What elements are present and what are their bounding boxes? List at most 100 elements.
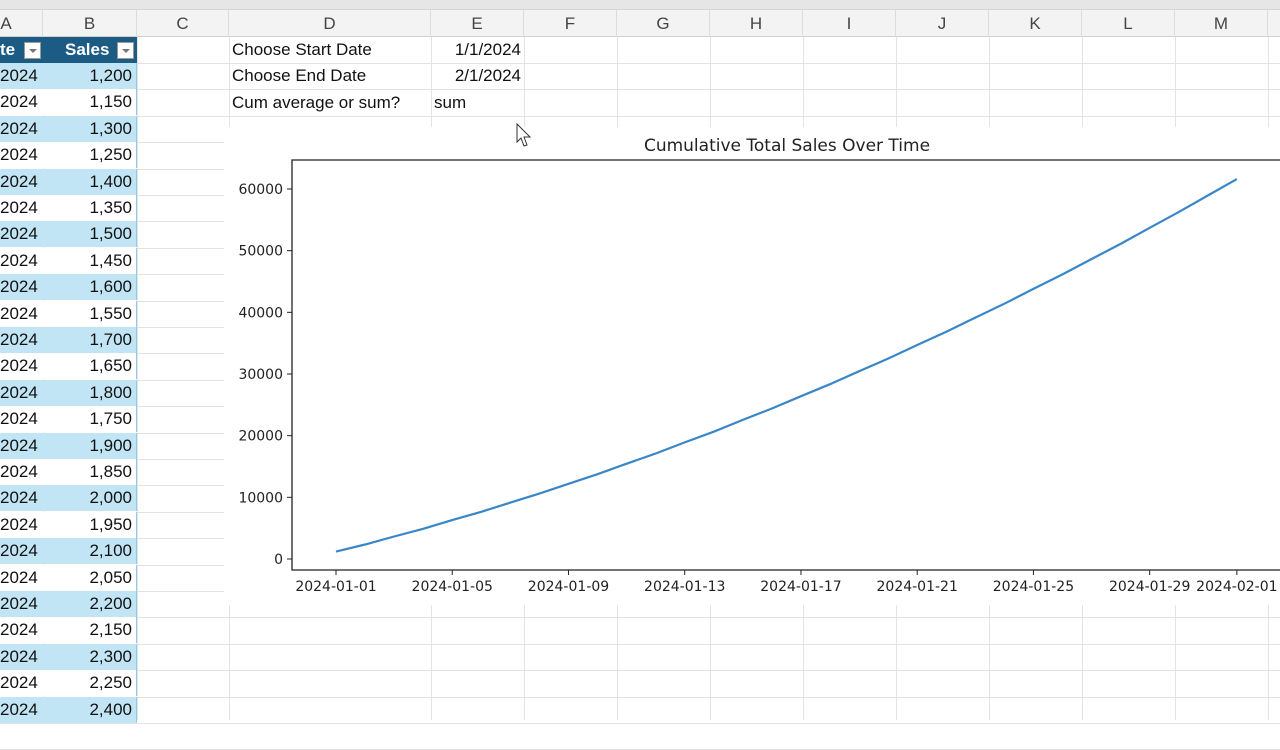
column-header-l[interactable]: L <box>1082 10 1175 37</box>
sales-cell[interactable]: 1,150 <box>43 89 137 116</box>
sales-cell[interactable]: 1,850 <box>43 459 137 485</box>
date-cell[interactable]: 2024 <box>0 300 43 327</box>
gridline <box>0 696 1280 698</box>
gridline <box>0 723 1280 724</box>
sales-cell[interactable]: 2,050 <box>43 564 137 591</box>
date-cell[interactable]: 2024 <box>0 591 43 617</box>
date-cell[interactable]: 2024 <box>0 115 43 142</box>
end-date-value[interactable]: 2/1/2024 <box>431 63 521 89</box>
x-tick-label: 2024-01-25 <box>993 579 1074 595</box>
gridline <box>0 63 1280 64</box>
sales-cell[interactable]: 1,650 <box>43 353 137 380</box>
y-tick-label: 0 <box>274 552 283 568</box>
sales-cell[interactable]: 2,150 <box>43 617 137 644</box>
column-header-g[interactable]: G <box>617 10 710 37</box>
chart-svg: Cumulative Total Sales Over Time 0 10000 2… <box>238 136 1280 595</box>
date-cell[interactable]: 2024 <box>0 696 43 723</box>
gridline <box>0 89 1280 91</box>
x-tick-label: 2024-01-01 <box>295 579 376 595</box>
column-headers: ABCDEFGHIJKLM <box>0 10 1280 37</box>
date-cell[interactable]: 2024 <box>0 379 43 406</box>
sales-cell[interactable]: 1,500 <box>43 221 137 248</box>
sales-cell[interactable]: 1,900 <box>43 432 137 459</box>
sales-cell[interactable]: 2,250 <box>43 670 137 697</box>
x-tick-label: 2024-01-29 <box>1109 579 1190 595</box>
column-header-d[interactable]: D <box>229 10 431 37</box>
date-cell[interactable]: 2024 <box>0 89 43 116</box>
plot-frame <box>291 159 1280 571</box>
sales-cell[interactable]: 1,200 <box>43 63 137 89</box>
sales-cell[interactable]: 1,350 <box>43 195 137 221</box>
sales-cell[interactable]: 1,750 <box>43 406 137 433</box>
y-tick-label: 60000 <box>238 182 283 198</box>
date-cell[interactable]: 2024 <box>0 353 43 380</box>
sales-cell[interactable]: 1,300 <box>43 115 137 142</box>
column-header-e[interactable]: E <box>431 10 524 37</box>
sales-cell[interactable]: 2,400 <box>43 696 137 723</box>
x-tick-label: 2024-01-13 <box>644 579 725 595</box>
gridline <box>0 617 1280 619</box>
y-tick-label: 40000 <box>238 305 283 321</box>
date-cell[interactable]: 2024 <box>0 195 43 221</box>
date-cell[interactable]: 2024 <box>0 459 43 485</box>
date-cell[interactable]: 2024 <box>0 432 43 459</box>
x-tick-label: 2024-01-17 <box>760 579 841 595</box>
mode-value[interactable]: sum <box>434 90 466 116</box>
column-header-j[interactable]: J <box>896 10 989 37</box>
sales-cell[interactable]: 1,400 <box>43 168 137 195</box>
mode-label: Cum average or sum? <box>232 93 401 112</box>
start-date-value[interactable]: 1/1/2024 <box>431 37 521 63</box>
x-tick-label: 2024-01-21 <box>877 579 958 595</box>
column-header-c[interactable]: C <box>137 10 229 37</box>
sales-cell[interactable]: 2,200 <box>43 591 137 617</box>
sales-cell[interactable]: 1,800 <box>43 379 137 406</box>
date-cell[interactable]: 2024 <box>0 670 43 697</box>
x-tick-label: 2024-01-09 <box>528 579 609 595</box>
chart-title: Cumulative Total Sales Over Time <box>644 136 930 156</box>
y-tick-label: 50000 <box>238 244 283 260</box>
sales-cell[interactable]: 1,700 <box>43 327 137 353</box>
column-header-i[interactable]: I <box>803 10 896 37</box>
column-header-b[interactable]: B <box>43 10 137 37</box>
date-cell[interactable]: 2024 <box>0 327 43 353</box>
sales-cell[interactable]: 2,000 <box>43 485 137 512</box>
sales-cell[interactable]: 1,550 <box>43 300 137 327</box>
column-header-m[interactable]: M <box>1175 10 1268 37</box>
x-tick-label: 2024-01-05 <box>412 579 493 595</box>
sales-cell[interactable]: 1,950 <box>43 511 137 538</box>
date-cell[interactable]: 2024 <box>0 511 43 538</box>
date-cell[interactable]: 2024 <box>0 643 43 670</box>
gridline <box>0 115 1280 117</box>
date-filter-dropdown-icon[interactable] <box>24 42 41 59</box>
y-tick-label: 10000 <box>238 490 283 506</box>
sales-cell[interactable]: 1,600 <box>43 274 137 301</box>
sales-cell[interactable]: 1,250 <box>43 142 137 169</box>
gridline <box>0 670 1280 672</box>
x-tick-label: 2024-02-01 <box>1196 579 1277 595</box>
date-cell[interactable]: 2024 <box>0 63 43 89</box>
date-cell[interactable]: 2024 <box>0 617 43 644</box>
date-cell[interactable]: 2024 <box>0 406 43 433</box>
date-cell[interactable]: 2024 <box>0 221 43 248</box>
date-cell[interactable]: 2024 <box>0 274 43 301</box>
column-header-f[interactable]: F <box>524 10 617 37</box>
date-cell[interactable]: 2024 <box>0 538 43 565</box>
column-header-a[interactable]: A <box>0 10 43 37</box>
start-date-label: Choose Start Date <box>232 40 372 59</box>
column-header-k[interactable]: K <box>989 10 1082 37</box>
date-cell[interactable]: 2024 <box>0 564 43 591</box>
y-tick-label: 30000 <box>238 367 283 383</box>
gridline <box>0 643 1280 645</box>
date-cell[interactable]: 2024 <box>0 168 43 195</box>
y-tick-label: 20000 <box>238 429 283 445</box>
cumulative-sales-chart[interactable]: Cumulative Total Sales Over Time 0 10000 2… <box>224 127 1280 605</box>
sales-cell[interactable]: 1,450 <box>43 247 137 274</box>
ribbon-edge <box>0 0 1280 10</box>
sales-cell[interactable]: 2,300 <box>43 643 137 670</box>
sales-filter-dropdown-icon[interactable] <box>117 42 134 59</box>
sales-cell[interactable]: 2,100 <box>43 538 137 565</box>
column-header-h[interactable]: H <box>710 10 803 37</box>
date-cell[interactable]: 2024 <box>0 247 43 274</box>
date-cell[interactable]: 2024 <box>0 142 43 169</box>
date-cell[interactable]: 2024 <box>0 485 43 512</box>
